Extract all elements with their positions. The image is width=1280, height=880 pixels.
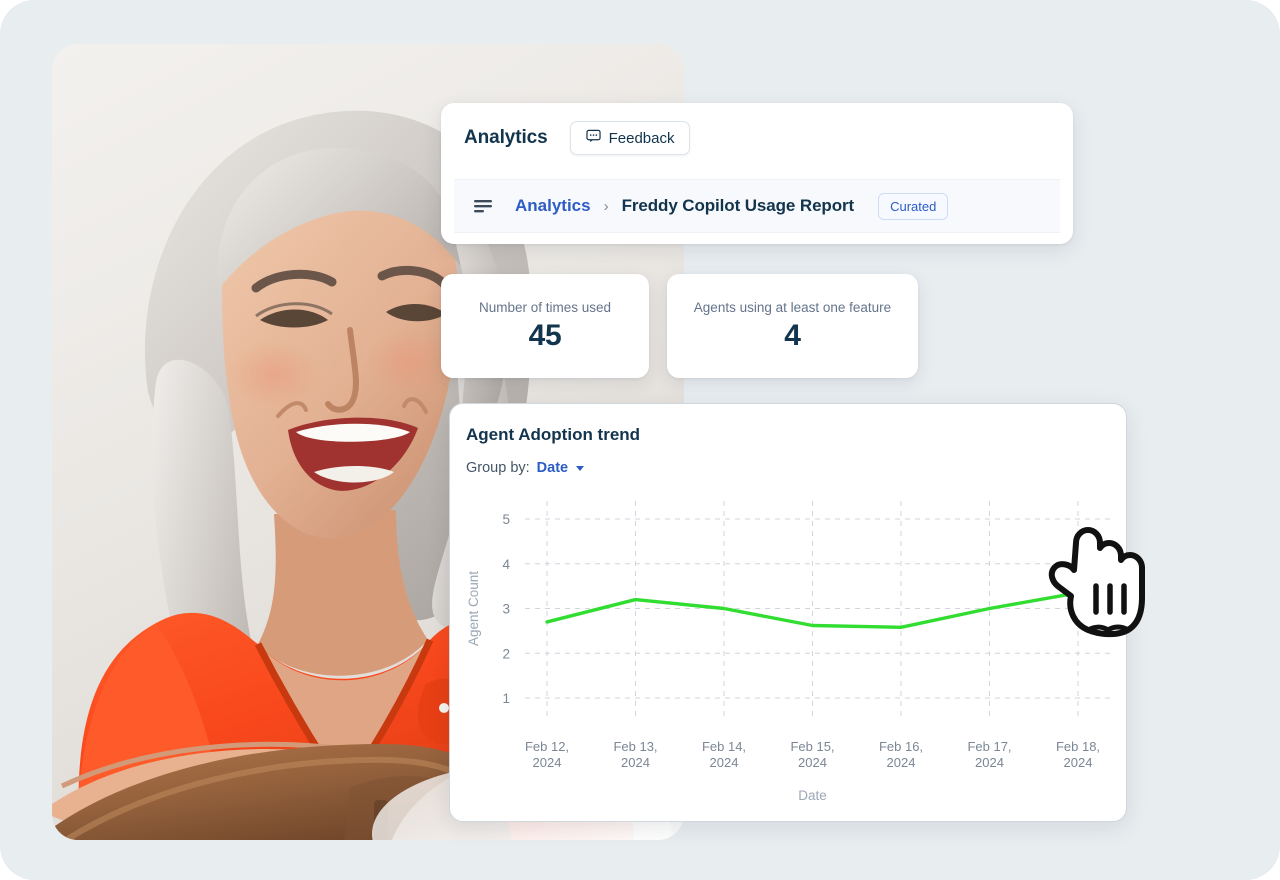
svg-text:Feb 18,: Feb 18, xyxy=(1056,739,1100,754)
svg-text:2024: 2024 xyxy=(710,755,739,770)
stat-card-agents-using-feature: Agents using at least one feature 4 xyxy=(667,274,918,378)
stat-label: Agents using at least one feature xyxy=(693,299,892,315)
panel-header: Analytics Feedback xyxy=(441,103,1073,173)
svg-text:2024: 2024 xyxy=(621,755,650,770)
y-axis-tick-label: 2 xyxy=(502,646,510,661)
x-axis-tick-label: Feb 15,2024 xyxy=(790,739,834,770)
list-lines-icon[interactable] xyxy=(474,198,494,214)
svg-text:Feb 17,: Feb 17, xyxy=(967,739,1011,754)
breadcrumb: Analytics › Freddy Copilot Usage Report … xyxy=(454,179,1060,233)
svg-text:Feb 13,: Feb 13, xyxy=(613,739,657,754)
x-axis-tick-label: Feb 16,2024 xyxy=(879,739,923,770)
x-axis-tick-label: Feb 18,2024 xyxy=(1056,739,1100,770)
svg-text:2024: 2024 xyxy=(887,755,916,770)
breadcrumb-current: Freddy Copilot Usage Report xyxy=(621,196,855,215)
svg-text:Feb 14,: Feb 14, xyxy=(702,739,746,754)
svg-text:2024: 2024 xyxy=(533,755,562,770)
chart-card-agent-adoption: Agent Adoption trend Group by: Date 1234… xyxy=(449,403,1127,822)
svg-text:Feb 12,: Feb 12, xyxy=(525,739,569,754)
stat-value: 45 xyxy=(528,318,562,352)
page-title: Analytics xyxy=(464,127,548,148)
line-chart-plot[interactable]: 12345Agent CountFeb 12,2024Feb 13,2024Fe… xyxy=(450,404,1126,821)
x-axis-title: Date xyxy=(798,788,827,803)
svg-text:Feb 16,: Feb 16, xyxy=(879,739,923,754)
x-axis-tick-label: Feb 14,2024 xyxy=(702,739,746,770)
breadcrumb-separator: › xyxy=(603,197,609,215)
y-axis-tick-label: 5 xyxy=(502,512,510,527)
analytics-panel: Analytics Feedback Analytics › Freddy Co… xyxy=(441,103,1073,244)
stat-label: Number of times used xyxy=(478,299,612,315)
x-axis-tick-label: Feb 13,2024 xyxy=(613,739,657,770)
stat-card-times-used: Number of times used 45 xyxy=(441,274,649,378)
comment-icon xyxy=(585,129,601,147)
svg-text:2024: 2024 xyxy=(1064,755,1093,770)
y-axis-title: Agent Count xyxy=(466,571,481,646)
y-axis-tick-label: 3 xyxy=(502,602,510,617)
svg-text:2024: 2024 xyxy=(975,755,1004,770)
screenshot-stage: Analytics Feedback Analytics › Freddy Co… xyxy=(0,0,1280,880)
breadcrumb-link-analytics[interactable]: Analytics xyxy=(515,196,591,216)
stat-value: 4 xyxy=(784,318,801,352)
cheek-left xyxy=(228,340,320,408)
status-badge-curated: Curated xyxy=(878,192,949,220)
svg-text:Feb 15,: Feb 15, xyxy=(790,739,834,754)
svg-text:2024: 2024 xyxy=(798,755,827,770)
x-axis-tick-label: Feb 12,2024 xyxy=(525,739,569,770)
feedback-button-label: Feedback xyxy=(608,129,675,147)
x-axis-tick-label: Feb 17,2024 xyxy=(967,739,1011,770)
feedback-button[interactable]: Feedback xyxy=(569,121,691,155)
y-axis-tick-label: 1 xyxy=(502,691,510,706)
y-axis-tick-label: 4 xyxy=(502,557,510,572)
cuff-button xyxy=(439,703,449,713)
